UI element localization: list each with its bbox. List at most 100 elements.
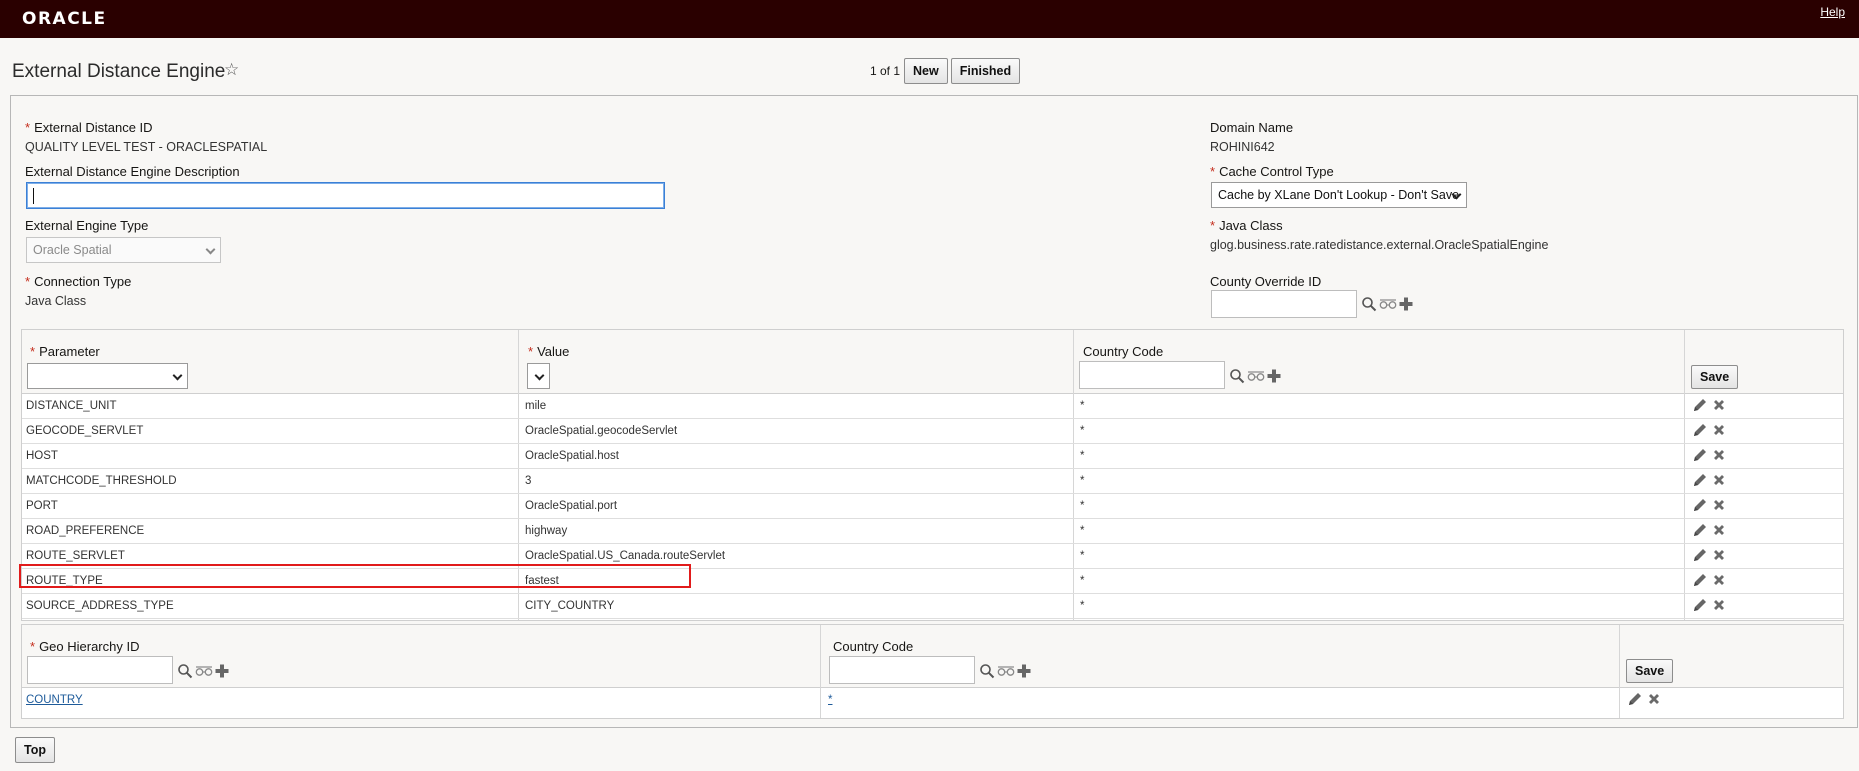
- geo-country-code-filter-tools: [979, 663, 1031, 679]
- parameter-filter-select[interactable]: [27, 363, 188, 389]
- add-plus-icon[interactable]: [1399, 297, 1413, 311]
- parameter-cell: GEOCODE_SERVLET: [26, 425, 144, 437]
- search-icon[interactable]: [1229, 368, 1245, 384]
- value-cell: OracleSpatial.host: [525, 450, 619, 462]
- parameter-row: ROUTE_SERVLET OracleSpatial.US_Canada.rou…: [22, 544, 1843, 569]
- external-distance-id-value: QUALITY LEVEL TEST - ORACLESPATIAL: [25, 140, 268, 154]
- county-override-input[interactable]: [1211, 290, 1357, 318]
- country-code-filter-input[interactable]: [1079, 361, 1225, 389]
- value-column-header: * Value: [528, 344, 570, 359]
- edit-pencil-icon[interactable]: [1627, 691, 1643, 707]
- geo-hierarchy-link[interactable]: COUNTRY: [26, 694, 83, 706]
- oracle-logo: ORACLE: [22, 9, 107, 29]
- country-code-cell: *: [1080, 475, 1085, 487]
- java-class-label: * Java Class: [1210, 218, 1283, 233]
- add-plus-icon[interactable]: [1017, 664, 1031, 678]
- edit-pencil-icon[interactable]: [1692, 572, 1708, 588]
- parameter-save-button[interactable]: Save: [1691, 365, 1739, 389]
- value-cell: CITY_COUNTRY: [525, 600, 615, 612]
- row-actions: [1692, 397, 1726, 413]
- row-actions: [1692, 547, 1726, 563]
- global-header: ORACLE Help: [0, 0, 1859, 38]
- geo-country-code-filter-input[interactable]: [829, 656, 975, 684]
- edit-pencil-icon[interactable]: [1692, 447, 1708, 463]
- country-code-cell: *: [1080, 550, 1085, 562]
- pager: 1 of 1 New Finished: [870, 58, 1021, 84]
- parameter-row: ROAD_PREFERENCE highway *: [22, 519, 1843, 544]
- delete-x-icon[interactable]: [1712, 423, 1726, 437]
- parameter-cell: MATCHCODE_THRESHOLD: [26, 475, 177, 487]
- parameter-cell: ROAD_PREFERENCE: [26, 525, 145, 537]
- parameter-row: MATCHCODE_THRESHOLD 3 *: [22, 469, 1843, 494]
- row-actions: [1692, 522, 1726, 538]
- parameter-row: GEOCODE_SERVLET OracleSpatial.geocodeServ…: [22, 419, 1843, 444]
- search-icon[interactable]: [979, 663, 995, 679]
- help-link[interactable]: Help: [1820, 5, 1845, 19]
- delete-x-icon[interactable]: [1712, 448, 1726, 462]
- description-input[interactable]: [26, 182, 665, 209]
- geo-country-code-link[interactable]: *: [828, 694, 832, 706]
- geo-row: COUNTRY *: [22, 688, 1843, 713]
- finished-button[interactable]: Finished: [950, 58, 1021, 84]
- search-icon[interactable]: [1361, 296, 1377, 312]
- value-cell: OracleSpatial.geocodeServlet: [525, 425, 678, 437]
- cache-control-label: * Cache Control Type: [1210, 164, 1334, 179]
- geo-save-button[interactable]: Save: [1626, 659, 1674, 683]
- value-cell: 3: [525, 475, 532, 487]
- edit-pencil-icon[interactable]: [1692, 472, 1708, 488]
- delete-x-icon[interactable]: [1712, 598, 1726, 612]
- page-title: External Distance Engine: [12, 61, 226, 82]
- delete-x-icon[interactable]: [1712, 398, 1726, 412]
- country-code-filter-tools: [1229, 368, 1281, 384]
- geo-country-code-column-header: Country Code: [833, 639, 914, 654]
- country-code-cell: *: [1080, 525, 1085, 537]
- pager-count: 1 of 1: [870, 64, 901, 78]
- favorite-star-icon[interactable]: ☆: [224, 60, 239, 80]
- country-code-cell: *: [1080, 575, 1085, 587]
- row-actions: [1692, 422, 1726, 438]
- edit-pencil-icon[interactable]: [1692, 522, 1708, 538]
- search-icon[interactable]: [177, 663, 193, 679]
- edit-pencil-icon[interactable]: [1692, 597, 1708, 613]
- new-button[interactable]: New: [904, 58, 948, 84]
- delete-x-icon[interactable]: [1647, 692, 1661, 706]
- view-glasses-icon[interactable]: [1247, 369, 1265, 383]
- value-filter-select[interactable]: [527, 363, 550, 389]
- edit-pencil-icon[interactable]: [1692, 497, 1708, 513]
- delete-x-icon[interactable]: [1712, 473, 1726, 487]
- delete-x-icon[interactable]: [1712, 498, 1726, 512]
- top-button[interactable]: Top: [15, 737, 55, 763]
- country-code-cell: *: [1080, 425, 1085, 437]
- row-actions: [1692, 447, 1726, 463]
- parameter-cell: ROUTE_SERVLET: [26, 550, 125, 562]
- view-glasses-icon[interactable]: [1379, 297, 1397, 311]
- row-actions: [1627, 691, 1661, 707]
- delete-x-icon[interactable]: [1712, 523, 1726, 537]
- add-plus-icon[interactable]: [215, 664, 229, 678]
- parameter-cell: PORT: [26, 500, 58, 512]
- view-glasses-icon[interactable]: [997, 664, 1015, 678]
- value-cell: highway: [525, 525, 568, 537]
- geo-hierarchy-grid: * Geo Hierarchy ID Country Code Save COUN…: [21, 624, 1844, 719]
- row-actions: [1692, 597, 1726, 613]
- edit-pencil-icon[interactable]: [1692, 547, 1708, 563]
- row-actions: [1692, 497, 1726, 513]
- parameter-column-header: * Parameter: [30, 344, 100, 359]
- delete-x-icon[interactable]: [1712, 548, 1726, 562]
- row-actions: [1692, 472, 1726, 488]
- chevron-down-icon: [205, 244, 216, 255]
- parameter-row: ROUTE_TYPE fastest *: [22, 569, 1843, 594]
- delete-x-icon[interactable]: [1712, 573, 1726, 587]
- chevron-down-icon: [534, 370, 545, 381]
- parameter-row: HOST OracleSpatial.host *: [22, 444, 1843, 469]
- geo-hierarchy-filter-input[interactable]: [27, 656, 173, 684]
- edit-pencil-icon[interactable]: [1692, 422, 1708, 438]
- value-cell: mile: [525, 400, 547, 412]
- edit-pencil-icon[interactable]: [1692, 397, 1708, 413]
- parameter-cell: DISTANCE_UNIT: [26, 400, 117, 412]
- view-glasses-icon[interactable]: [195, 664, 213, 678]
- add-plus-icon[interactable]: [1267, 369, 1281, 383]
- country-code-cell: *: [1080, 400, 1085, 412]
- connection-type-value: Java Class: [25, 294, 87, 308]
- cache-control-select[interactable]: Cache by XLane Don't Lookup - Don't Save: [1211, 182, 1467, 208]
